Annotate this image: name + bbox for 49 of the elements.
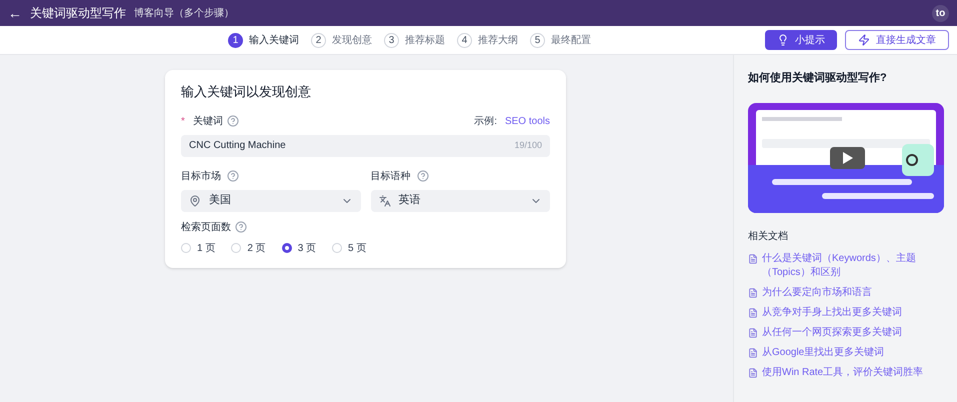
- page-count-radio[interactable]: 3 页: [282, 240, 316, 256]
- back-button[interactable]: ←: [8, 6, 22, 20]
- page-count-radio[interactable]: 1 页: [181, 240, 216, 256]
- form-title: 输入关键词以发现创意: [181, 83, 312, 101]
- help-icon[interactable]: [226, 115, 239, 127]
- docs-title: 相关文档: [748, 230, 789, 244]
- character-counter: 19/100: [514, 138, 542, 152]
- keyword-field[interactable]: CNC Cutting Machine 19/100: [181, 134, 550, 156]
- step-tab[interactable]: 5 最终配置: [530, 32, 591, 48]
- document-icon: [748, 308, 758, 318]
- field-label: 目标市场: [181, 170, 221, 184]
- page-title: 关键词驱动型写作: [30, 5, 126, 22]
- page-count-radio[interactable]: 2 页: [231, 240, 266, 256]
- avatar[interactable]: to: [932, 4, 949, 22]
- document-icon: [748, 368, 758, 378]
- required-mark: *: [181, 114, 185, 128]
- page-subtitle: 博客向导（多个步骤）: [134, 6, 234, 20]
- field-label: 目标语种: [370, 170, 410, 184]
- generate-button[interactable]: 直接生成文章: [845, 30, 949, 50]
- tips-button[interactable]: 小提示: [765, 30, 837, 50]
- doc-link[interactable]: 什么是关键词（Keywords）、主题（Topics）和区别: [762, 252, 949, 280]
- step-tab[interactable]: 2 发现创意: [311, 32, 372, 48]
- page-count-radio[interactable]: 5 页: [332, 240, 366, 256]
- document-icon: [748, 254, 758, 264]
- document-icon: [748, 328, 758, 338]
- doc-link[interactable]: 从Google里找出更多关键词: [762, 346, 884, 360]
- help-icon[interactable]: [416, 170, 428, 182]
- help-icon[interactable]: [235, 221, 247, 233]
- example-label: 示例:: [474, 114, 497, 128]
- lightning-icon: [858, 34, 870, 46]
- field-label: 关键词: [192, 114, 223, 128]
- step-tab[interactable]: 3 推荐标题: [384, 32, 445, 48]
- doc-link[interactable]: 从任何一个网页探索更多关键词: [762, 326, 902, 340]
- doc-link[interactable]: 从竞争对手身上找出更多关键词: [762, 306, 902, 320]
- market-select[interactable]: 美国: [181, 190, 360, 212]
- lightbulb-icon: [777, 34, 789, 46]
- translate-icon: [378, 194, 390, 206]
- location-pin-icon: [189, 194, 201, 206]
- document-icon: [748, 288, 758, 298]
- document-icon: [748, 348, 758, 358]
- doc-link[interactable]: 使用Win Rate工具，评价关键词胜率: [762, 366, 924, 380]
- step-tab[interactable]: 1 输入关键词: [228, 32, 299, 48]
- example-link[interactable]: SEO tools: [504, 114, 550, 128]
- sidebar-title: 如何使用关键词驱动型写作?: [748, 70, 888, 86]
- doc-link[interactable]: 为什么要定向市场和语言: [762, 286, 872, 300]
- help-icon[interactable]: [227, 170, 239, 182]
- step-tab[interactable]: 4 推荐大纲: [457, 32, 518, 48]
- language-select[interactable]: 英语: [370, 190, 550, 212]
- field-label: 检索页面数: [181, 220, 231, 234]
